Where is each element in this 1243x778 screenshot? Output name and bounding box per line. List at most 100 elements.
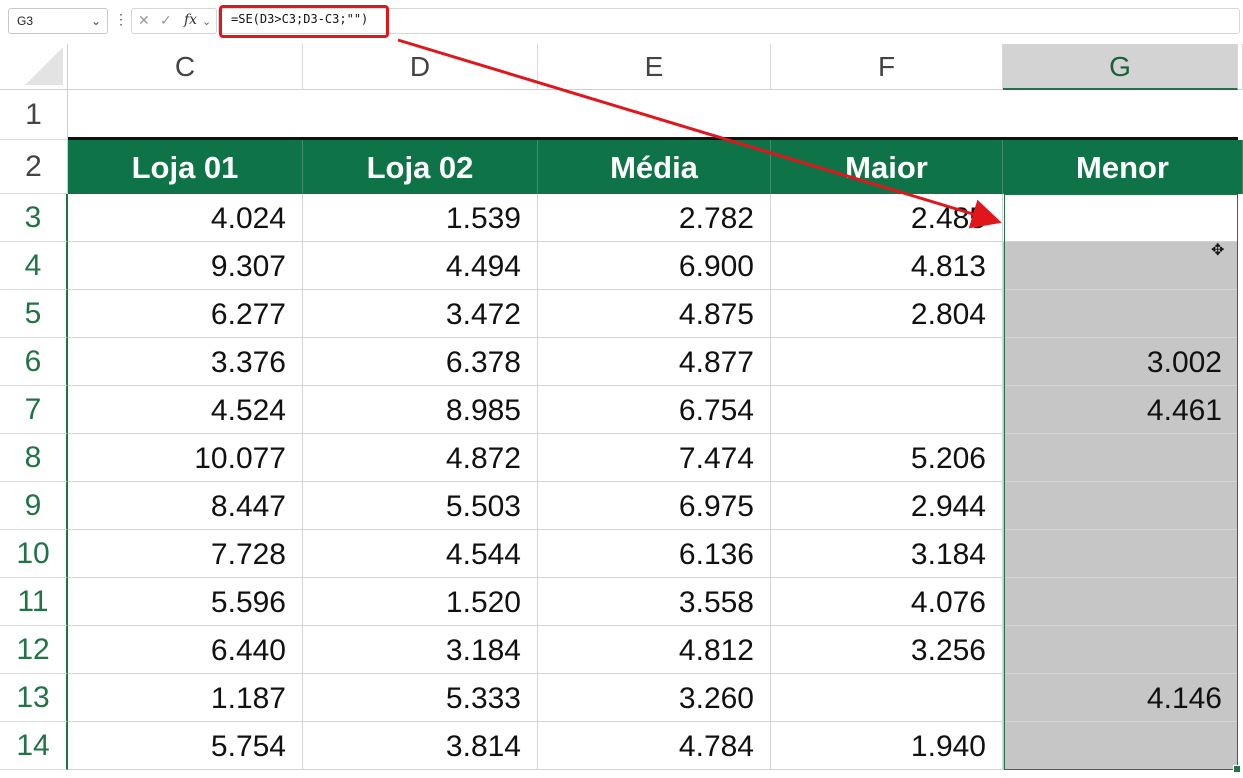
row-header-11[interactable]: 11	[0, 578, 68, 626]
column-header-e[interactable]: E	[538, 44, 771, 90]
cell-g14[interactable]	[1003, 722, 1238, 770]
cell-e13[interactable]: 3.260	[538, 674, 771, 722]
cell-g1[interactable]	[1003, 90, 1238, 140]
row-header-1[interactable]: 1	[0, 90, 68, 140]
cell-f1[interactable]	[771, 90, 1003, 140]
cell-d5[interactable]: 3.472	[303, 290, 538, 338]
name-box[interactable]: G3 ⌄	[8, 8, 108, 34]
cell-f5[interactable]: 2.804	[771, 290, 1003, 338]
cell-f14[interactable]: 1.940	[771, 722, 1003, 770]
table-header-cell[interactable]: Média	[538, 140, 771, 194]
row-header-2[interactable]: 2	[0, 140, 68, 194]
cell-e6[interactable]: 4.877	[538, 338, 771, 386]
cell-g13[interactable]: 4.146	[1003, 674, 1238, 722]
cell-c10[interactable]: 7.728	[68, 530, 303, 578]
cell-e10[interactable]: 6.136	[538, 530, 771, 578]
row-header-12[interactable]: 12	[0, 626, 68, 674]
column-header-d[interactable]: D	[303, 44, 538, 90]
cell-e8[interactable]: 7.474	[538, 434, 771, 482]
row-header-4[interactable]: 4	[0, 242, 68, 290]
cell-e5[interactable]: 4.875	[538, 290, 771, 338]
column-header-g[interactable]: G	[1003, 44, 1238, 90]
cell-e14[interactable]: 4.784	[538, 722, 771, 770]
cell-d14[interactable]: 3.814	[303, 722, 538, 770]
row-header-5[interactable]: 5	[0, 290, 68, 338]
row-header-14[interactable]: 14	[0, 722, 68, 770]
cell-f4[interactable]: 4.813	[771, 242, 1003, 290]
cell-c4[interactable]: 9.307	[68, 242, 303, 290]
cell-e4[interactable]: 6.900	[538, 242, 771, 290]
cell-d7[interactable]: 8.985	[303, 386, 538, 434]
cell-e1[interactable]	[538, 90, 771, 140]
cell-f12[interactable]: 3.256	[771, 626, 1003, 674]
cell-c6[interactable]: 3.376	[68, 338, 303, 386]
table-header-cell[interactable]: Maior	[771, 140, 1003, 194]
cell-c14[interactable]: 5.754	[68, 722, 303, 770]
select-all-corner[interactable]	[0, 44, 68, 90]
row-header-8[interactable]: 8	[0, 434, 68, 482]
row-header-9[interactable]: 9	[0, 482, 68, 530]
cell-f8[interactable]: 5.206	[771, 434, 1003, 482]
cell-c1[interactable]	[68, 90, 303, 140]
cell-d11[interactable]: 1.520	[303, 578, 538, 626]
cell-d8[interactable]: 4.872	[303, 434, 538, 482]
cell-f13[interactable]	[771, 674, 1003, 722]
table-header-cell[interactable]: Loja 01	[68, 140, 303, 194]
cell-c7[interactable]: 4.524	[68, 386, 303, 434]
cell-cursor-icon: ✥	[1211, 242, 1225, 259]
cell-f9[interactable]: 2.944	[771, 482, 1003, 530]
cell-d9[interactable]: 5.503	[303, 482, 538, 530]
cell-f10[interactable]: 3.184	[771, 530, 1003, 578]
cell-c8[interactable]: 10.077	[68, 434, 303, 482]
cell-f3[interactable]: 2.485	[771, 194, 1003, 242]
cell-d13[interactable]: 5.333	[303, 674, 538, 722]
column-header-c[interactable]: C	[68, 44, 303, 90]
cell-c3[interactable]: 4.024	[68, 194, 303, 242]
row-header-6[interactable]: 6	[0, 338, 68, 386]
cell-g4[interactable]	[1003, 242, 1238, 290]
cell-c5[interactable]: 6.277	[68, 290, 303, 338]
insert-function-button[interactable]: fx	[184, 12, 197, 28]
cell-g10[interactable]	[1003, 530, 1238, 578]
cell-e12[interactable]: 4.812	[538, 626, 771, 674]
cell-g8[interactable]	[1003, 434, 1238, 482]
cell-c12[interactable]: 6.440	[68, 626, 303, 674]
cell-g12[interactable]	[1003, 626, 1238, 674]
row-header-10[interactable]: 10	[0, 530, 68, 578]
cell-g3[interactable]	[1003, 194, 1238, 242]
cell-e9[interactable]: 6.975	[538, 482, 771, 530]
chevron-down-icon[interactable]: ⌄	[202, 15, 211, 28]
cell-e7[interactable]: 6.754	[538, 386, 771, 434]
cell-d12[interactable]: 3.184	[303, 626, 538, 674]
cell-d3[interactable]: 1.539	[303, 194, 538, 242]
cell-g5[interactable]	[1003, 290, 1238, 338]
row-header-13[interactable]: 13	[0, 674, 68, 722]
cell-d4[interactable]: 4.494	[303, 242, 538, 290]
cell-c13[interactable]: 1.187	[68, 674, 303, 722]
cell-f6[interactable]	[771, 338, 1003, 386]
chevron-down-icon[interactable]: ⌄	[91, 9, 101, 33]
cell-c9[interactable]: 8.447	[68, 482, 303, 530]
cell-d1[interactable]	[303, 90, 538, 140]
check-icon[interactable]: ✓	[160, 12, 172, 29]
close-icon[interactable]: ✕	[138, 12, 150, 29]
cell-d10[interactable]: 4.544	[303, 530, 538, 578]
more-options-icon[interactable]: ⋮	[114, 11, 128, 27]
table-header-cell[interactable]: Menor	[1003, 140, 1243, 194]
cell-e11[interactable]: 3.558	[538, 578, 771, 626]
row-header-3[interactable]: 3	[0, 194, 68, 242]
cell-g9[interactable]	[1003, 482, 1238, 530]
cell-c11[interactable]: 5.596	[68, 578, 303, 626]
column-header-f[interactable]: F	[771, 44, 1003, 90]
row-header-7[interactable]: 7	[0, 386, 68, 434]
table-header-cell[interactable]: Loja 02	[303, 140, 538, 194]
cell-g6[interactable]: 3.002	[1003, 338, 1238, 386]
cell-g11[interactable]	[1003, 578, 1238, 626]
name-box-value: G3	[17, 14, 34, 28]
cell-f11[interactable]: 4.076	[771, 578, 1003, 626]
cell-d6[interactable]: 6.378	[303, 338, 538, 386]
cell-e3[interactable]: 2.782	[538, 194, 771, 242]
cell-g7[interactable]: 4.461	[1003, 386, 1238, 434]
cell-f7[interactable]	[771, 386, 1003, 434]
formula-controls: ✕ ✓ fx ⌄	[131, 8, 217, 34]
